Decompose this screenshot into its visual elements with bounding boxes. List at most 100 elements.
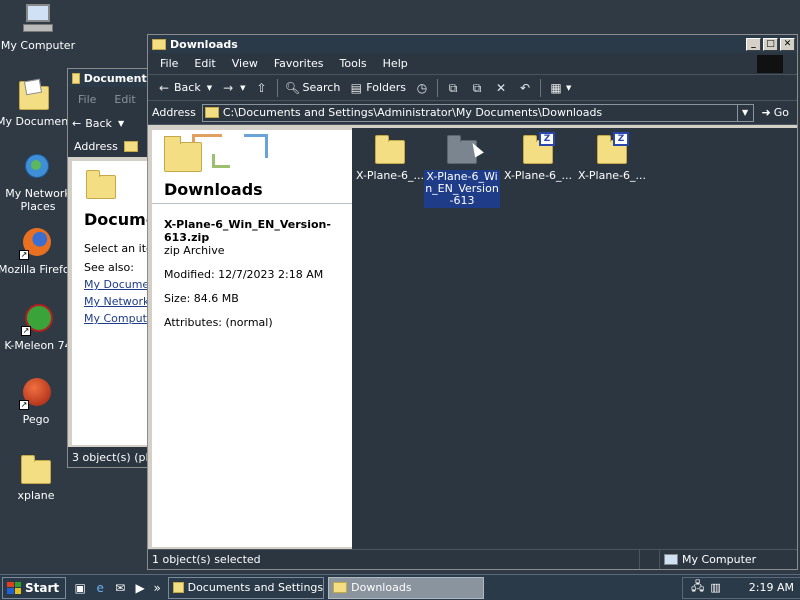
menu-edit[interactable]: Edit bbox=[186, 57, 223, 70]
link-my-documents[interactable]: My Documents bbox=[84, 276, 156, 293]
desktop-icon-label: My Documents bbox=[0, 115, 72, 128]
close-button[interactable]: ✕ bbox=[780, 37, 795, 51]
folder-icon bbox=[86, 170, 116, 199]
title-bar[interactable]: Documents and Settings bbox=[68, 69, 156, 87]
pego-icon: ↗ bbox=[19, 378, 53, 410]
address-bar: Address bbox=[68, 135, 156, 157]
address-dropdown-button[interactable]: ▼ bbox=[736, 104, 753, 121]
system-tray: 🖧︎ ▥ 2:19 AM bbox=[682, 576, 800, 599]
desktop-icon-my-computer[interactable]: My Computer bbox=[0, 4, 76, 52]
copy-to-button[interactable]: ⧉ bbox=[465, 77, 489, 99]
quick-launch: ▣ e ✉ ▶ » bbox=[72, 580, 162, 596]
desktop-icon-xplane[interactable]: xplane bbox=[0, 454, 74, 502]
folder-icon bbox=[72, 72, 80, 84]
kmeleon-icon: ↗ bbox=[21, 304, 55, 336]
go-button[interactable]: ➜ Go bbox=[754, 106, 797, 119]
content-area: Downloads X-Plane-6_Win_EN_Version-613.z… bbox=[148, 128, 797, 549]
window-title: Documents and Settings bbox=[83, 71, 156, 85]
search-icon: 🔍︎ bbox=[284, 80, 301, 95]
file-view[interactable]: X-Plane-6_... X-Plane-6_Win_EN_Version-6… bbox=[352, 128, 797, 549]
delete-icon: ✕ bbox=[496, 80, 507, 95]
desktop-icon-pego[interactable]: ↗ Pego bbox=[0, 378, 74, 426]
chevron-more-icon[interactable]: » bbox=[152, 580, 162, 596]
task-pane-header: Downloads bbox=[152, 130, 352, 204]
zip-folder-icon: Z bbox=[521, 132, 555, 164]
history-button[interactable]: ◷ bbox=[410, 77, 434, 99]
title-bar[interactable]: Downloads _ □ ✕ bbox=[148, 35, 797, 53]
minimize-button[interactable]: _ bbox=[746, 37, 761, 51]
up-folder-button[interactable]: ⇧ bbox=[250, 77, 274, 99]
menu-file[interactable]: File bbox=[78, 93, 96, 106]
outlook-icon[interactable]: ✉ bbox=[112, 580, 128, 596]
media-player-icon[interactable]: ▶ bbox=[132, 580, 148, 596]
chevron-down-icon[interactable]: ▼ bbox=[566, 84, 571, 92]
menu-edit[interactable]: Edit bbox=[114, 93, 135, 106]
desktop-icon-label: My Computer bbox=[0, 39, 76, 52]
search-label: Search bbox=[302, 81, 341, 94]
history-icon: ◷ bbox=[416, 80, 428, 95]
chevron-down-icon[interactable]: ▼ bbox=[207, 84, 212, 92]
windows-logo-icon bbox=[7, 581, 21, 594]
file-item[interactable]: Z X-Plane-6_... bbox=[574, 132, 650, 182]
desktop-icon-firefox[interactable]: ↗ Mozilla Firefox bbox=[0, 228, 74, 276]
network-icon bbox=[21, 152, 55, 184]
back-button[interactable]: ← Back ▼ bbox=[152, 77, 216, 99]
status-location-label: My Computer bbox=[682, 553, 757, 566]
start-button[interactable]: Start bbox=[2, 576, 67, 599]
delete-button[interactable]: ✕ bbox=[489, 77, 513, 99]
link-my-network[interactable]: My Network Places bbox=[84, 293, 156, 310]
copy-to-icon: ⧉ bbox=[472, 80, 482, 95]
move-to-button[interactable]: ⧉ bbox=[441, 77, 465, 99]
desktop-icon-my-documents[interactable]: My Documents bbox=[0, 78, 72, 128]
link-my-computer[interactable]: My Computer bbox=[84, 310, 156, 327]
network-tray-icon[interactable]: 🖧︎ bbox=[691, 577, 704, 598]
search-button[interactable]: 🔍︎ Search bbox=[281, 77, 345, 99]
forward-button[interactable]: → ▼ bbox=[216, 77, 249, 99]
chevron-down-icon[interactable]: ▼ bbox=[118, 119, 124, 128]
taskbar: Start ▣ e ✉ ▶ » Documents and Settings D… bbox=[0, 574, 800, 600]
desktop-icon-kmeleon[interactable]: ↗ K-Meleon 74 bbox=[0, 304, 76, 352]
folder-icon bbox=[152, 38, 166, 50]
menu-help[interactable]: Help bbox=[375, 57, 416, 70]
folder-icon bbox=[333, 582, 348, 593]
menu-favorites[interactable]: Favorites bbox=[266, 57, 332, 70]
status-bar: 3 object(s) (plus bbox=[68, 447, 156, 467]
desktop-icon-network[interactable]: My Network Places bbox=[0, 152, 76, 213]
undo-button[interactable]: ↶ bbox=[513, 77, 537, 99]
address-input[interactable]: C:\Documents and Settings\Administrator\… bbox=[201, 103, 754, 122]
computer-icon bbox=[664, 554, 678, 565]
task-documents-settings[interactable]: Documents and Settings bbox=[168, 576, 325, 599]
menu-file[interactable]: File bbox=[152, 57, 186, 70]
up-folder-icon: ⇧ bbox=[256, 80, 267, 95]
volume-tray-icon[interactable]: ▥ bbox=[710, 581, 720, 594]
see-also-label: See also: bbox=[84, 261, 134, 274]
folder-icon bbox=[19, 454, 53, 486]
menu-tools[interactable]: Tools bbox=[332, 57, 375, 70]
downloads-window[interactable]: Downloads _ □ ✕ File Edit View Favorites… bbox=[147, 34, 798, 570]
go-arrow-icon: ➜ bbox=[761, 106, 771, 119]
menu-view[interactable]: View bbox=[224, 57, 266, 70]
desktop-icon-label: Mozilla Firefox bbox=[0, 263, 74, 276]
back-button[interactable]: Back bbox=[85, 117, 112, 130]
desktop-icon-label: My Network Places bbox=[5, 187, 71, 213]
folders-button[interactable]: ▤ Folders bbox=[344, 77, 410, 99]
documents-settings-window[interactable]: Documents and Settings File Edit ← Back … bbox=[67, 68, 157, 468]
back-arrow-icon: ← bbox=[72, 116, 82, 130]
chevron-down-icon[interactable]: ▼ bbox=[240, 84, 245, 92]
forward-arrow-icon: → bbox=[223, 80, 234, 95]
file-item-selected[interactable]: X-Plane-6_Win_EN_Version-613 bbox=[424, 134, 500, 208]
file-item[interactable]: X-Plane-6_... bbox=[352, 134, 428, 182]
clock[interactable]: 2:19 AM bbox=[749, 581, 794, 594]
firefox-icon: ↗ bbox=[19, 228, 53, 260]
file-label: X-Plane-6_Win_EN_Version-613 bbox=[424, 170, 500, 208]
views-button[interactable]: ▦ ▼ bbox=[544, 77, 575, 99]
details-section: X-Plane-6_Win_EN_Version-613.zip zip Arc… bbox=[152, 204, 352, 354]
windows-logo-icon bbox=[757, 54, 783, 73]
file-item[interactable]: Z X-Plane-6_... bbox=[500, 132, 576, 182]
show-desktop-icon[interactable]: ▣ bbox=[72, 580, 88, 596]
task-downloads[interactable]: Downloads bbox=[328, 576, 485, 599]
maximize-button[interactable]: □ bbox=[763, 37, 778, 51]
folder-icon bbox=[445, 134, 484, 164]
internet-explorer-icon[interactable]: e bbox=[92, 580, 108, 596]
back-arrow-icon: ← bbox=[158, 80, 170, 95]
